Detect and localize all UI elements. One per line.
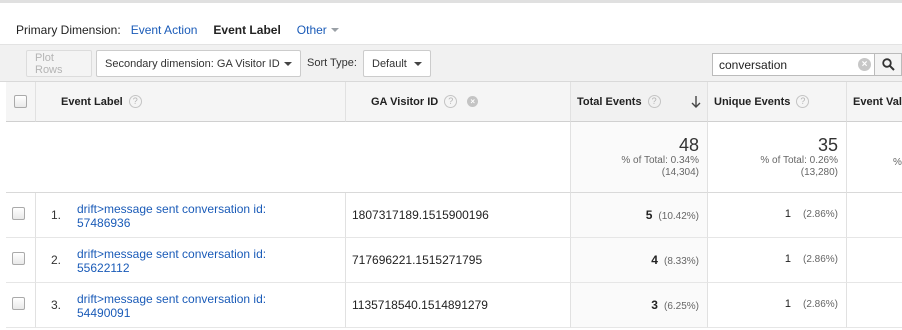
select-all-checkbox[interactable] xyxy=(14,95,27,108)
totals-unique-events-pct: % of Total: 0.26% xyxy=(760,155,838,166)
header-event-value[interactable]: Event Valu xyxy=(847,82,902,122)
row-number: 2. xyxy=(51,253,62,267)
clear-search-icon[interactable]: × xyxy=(858,58,871,71)
header-select-all-cell xyxy=(6,82,36,122)
header-total-events-text: Total Events xyxy=(577,95,642,108)
help-icon[interactable]: ? xyxy=(128,95,142,108)
table-row: 1. drift>message sent conversation id: 5… xyxy=(36,193,346,238)
help-icon[interactable]: ? xyxy=(796,95,810,108)
table-row: 1135718540.1514891279 xyxy=(346,283,571,328)
sort-type-label: Sort Type: xyxy=(307,57,357,69)
totals-unique-events-of: (13,280) xyxy=(800,167,838,178)
event-label-link[interactable]: drift>message sent conversation id: 5449… xyxy=(77,292,266,320)
totals-unique-events: 35 % of Total: 0.26% (13,280) xyxy=(708,122,847,193)
event-label-link[interactable]: drift>message sent conversation id: 5562… xyxy=(77,247,266,275)
totals-total-events-pct: % of Total: 0.34% xyxy=(621,155,699,166)
primary-dimension-bar: Primary Dimension: Event Action Event La… xyxy=(16,22,339,38)
unique-events-value: 1 (2.86%) xyxy=(784,253,838,265)
table-row: 1 (2.86%) xyxy=(708,238,847,283)
header-unique-events[interactable]: Unique Events ? xyxy=(708,82,847,122)
table-row xyxy=(847,193,902,238)
primary-dimension-other-label: Other xyxy=(296,23,327,37)
chevron-down-icon xyxy=(284,61,292,66)
totals-row-label-area xyxy=(6,122,571,193)
search-button[interactable] xyxy=(874,53,902,76)
event-label-line2: 54490091 xyxy=(77,306,131,320)
totals-unique-events-value: 35 xyxy=(817,135,838,155)
table-row xyxy=(6,238,36,283)
table-row: 3 (6.25%) xyxy=(571,283,708,328)
secondary-dimension-dropdown[interactable]: Secondary dimension: GA Visitor ID xyxy=(96,50,301,77)
sort-type-dropdown[interactable]: Default xyxy=(363,50,431,77)
primary-dimension-event-label[interactable]: Event Label xyxy=(213,23,280,37)
table-row xyxy=(6,283,36,328)
help-icon[interactable]: ? xyxy=(444,95,458,108)
primary-dimension-other-dropdown[interactable]: Other xyxy=(297,23,339,37)
total-events-value: 5 (10.42%) xyxy=(645,208,699,222)
header-total-events[interactable]: Total Events ? xyxy=(571,82,708,122)
event-label-line1: drift>message sent conversation id: xyxy=(77,247,267,261)
table-row xyxy=(847,238,902,283)
visitor-id-value: 717696221.1515271795 xyxy=(352,253,483,267)
table-row: 2. drift>message sent conversation id: 5… xyxy=(36,238,346,283)
plot-rows-button[interactable]: Plot Rows xyxy=(26,50,92,77)
event-label-line1: drift>message sent conversation id: xyxy=(77,292,267,306)
row-number: 3. xyxy=(51,298,62,312)
event-label-line2: 57486936 xyxy=(77,216,131,230)
row-number: 1. xyxy=(51,208,62,222)
header-event-label-text: Event Label xyxy=(61,95,123,108)
table-row: 3. drift>message sent conversation id: 5… xyxy=(36,283,346,328)
unique-events-value: 1 (2.86%) xyxy=(784,298,838,310)
table-row xyxy=(847,283,902,328)
totals-total-events: 48 % of Total: 0.34% (14,304) xyxy=(571,122,708,193)
header-visitor-id[interactable]: GA Visitor ID ? × xyxy=(346,82,571,122)
search-icon xyxy=(881,58,895,71)
chevron-down-icon xyxy=(330,28,339,32)
event-label-line2: 55622112 xyxy=(77,261,130,275)
totals-total-events-of: (14,304) xyxy=(661,167,699,178)
remove-dimension-icon[interactable]: × xyxy=(467,96,479,107)
row-checkbox[interactable] xyxy=(12,252,25,265)
table-row: 1807317189.1515900196 xyxy=(346,193,571,238)
header-unique-events-text: Unique Events xyxy=(714,95,791,108)
table-row: 5 (10.42%) xyxy=(571,193,708,238)
visitor-id-value: 1135718540.1514891279 xyxy=(352,298,488,312)
total-events-value: 4 (8.33%) xyxy=(651,253,699,267)
search-input-value: conversation xyxy=(719,57,788,72)
totals-total-events-value: 48 xyxy=(678,135,699,155)
visitor-id-value: 1807317189.1515900196 xyxy=(352,208,489,222)
totals-event-value-partial: % xyxy=(893,157,902,168)
header-visitor-id-text: GA Visitor ID xyxy=(371,95,439,108)
table-row: 717696221.1515271795 xyxy=(346,238,571,283)
totals-event-value: % xyxy=(847,122,902,193)
primary-dimension-label: Primary Dimension: xyxy=(16,23,121,37)
top-border xyxy=(0,0,902,3)
header-event-label[interactable]: Event Label ? xyxy=(36,82,346,122)
table-row: 1 (2.86%) xyxy=(708,283,847,328)
table-controls: Plot Rows Secondary dimension: GA Visito… xyxy=(0,44,902,82)
secondary-dimension-label: Secondary dimension: GA Visitor ID xyxy=(105,57,280,70)
table-row: 4 (8.33%) xyxy=(571,238,708,283)
table-row xyxy=(6,193,36,238)
unique-events-value: 1 (2.86%) xyxy=(784,208,838,220)
report-table: Event Label ? GA Visitor ID ? × Total Ev… xyxy=(6,82,902,330)
event-label-line1: drift>message sent conversation id: xyxy=(77,202,267,216)
total-events-value: 3 (6.25%) xyxy=(651,298,699,312)
chevron-down-icon xyxy=(414,61,422,66)
help-icon[interactable]: ? xyxy=(647,95,661,108)
row-checkbox[interactable] xyxy=(12,297,25,310)
table-row: 1 (2.86%) xyxy=(708,193,847,238)
search-input[interactable]: conversation × xyxy=(712,53,876,76)
sort-type-value: Default xyxy=(372,57,407,70)
event-label-link[interactable]: drift>message sent conversation id: 5748… xyxy=(77,202,266,230)
header-event-value-text: Event Valu xyxy=(853,95,902,108)
primary-dimension-event-action[interactable]: Event Action xyxy=(131,23,198,37)
sort-descending-arrow-icon xyxy=(691,96,701,108)
row-checkbox[interactable] xyxy=(12,207,25,220)
